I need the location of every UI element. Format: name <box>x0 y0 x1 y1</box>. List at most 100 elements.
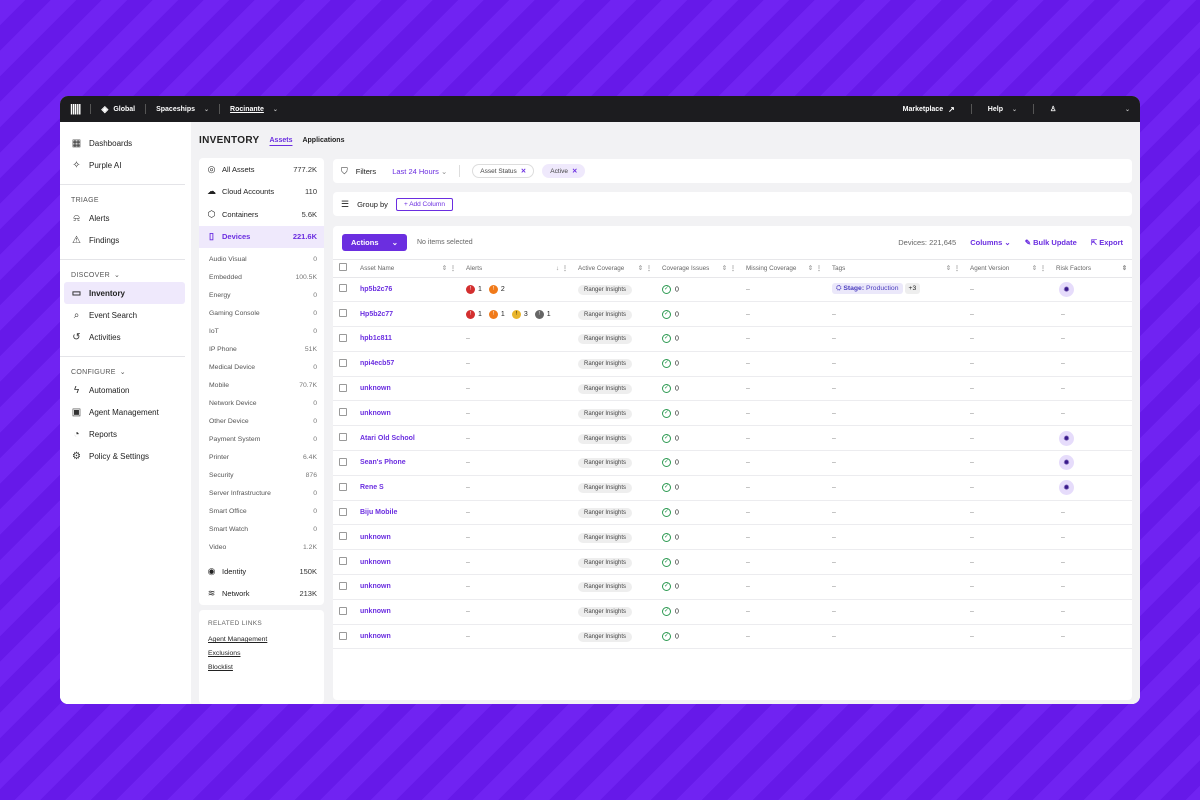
column-coverage-issues[interactable]: Coverage Issues ⇕ ⋮ <box>657 260 741 278</box>
device-subcategory-item[interactable]: Mobile 70.7K <box>199 376 324 394</box>
more-icon[interactable]: ⋮ <box>646 265 652 272</box>
actions-button[interactable]: Actions ⌄ <box>342 234 407 251</box>
filters-button[interactable]: Filters <box>356 167 376 176</box>
table-row[interactable]: unknown – Ranger Insights ✓ 0 – – – – <box>333 624 1132 650</box>
category-containers[interactable]: ⬡ Containers 5.6K <box>199 203 324 226</box>
close-icon[interactable]: ✕ <box>521 167 526 175</box>
device-subcategory-item[interactable]: Smart Office 0 <box>199 502 324 520</box>
asset-name-link[interactable]: Biju Mobile <box>360 509 397 516</box>
link-blocklist[interactable]: Blocklist <box>208 664 315 671</box>
device-subcategory-item[interactable]: Embedded 100.5K <box>199 268 324 286</box>
asset-name-link[interactable]: unknown <box>360 608 391 615</box>
device-subcategory-item[interactable]: Server Infrastructure 0 <box>199 484 324 502</box>
sort-icon[interactable]: ⇕ <box>638 265 643 272</box>
sort-icon[interactable]: ⇕ <box>808 265 813 272</box>
row-checkbox[interactable] <box>339 408 347 417</box>
time-range-selector[interactable]: Last 24 Hours ⌄ <box>392 167 447 176</box>
asset-name-link[interactable]: unknown <box>360 410 391 417</box>
sort-icon[interactable]: ⇕ <box>442 265 447 272</box>
table-row[interactable]: unknown – Ranger Insights ✓ 0 – – – – <box>333 376 1132 402</box>
sort-icon[interactable]: ⇕ <box>1122 265 1127 272</box>
select-all-checkbox[interactable] <box>333 260 355 278</box>
category-all-assets[interactable]: ◎ All Assets 777.2K <box>199 158 324 181</box>
tag-badge[interactable]: ⛭ Stage: Production <box>832 283 903 295</box>
alert-count-badge[interactable]: ! 3 <box>511 309 528 319</box>
filter-chip-active[interactable]: Active ✕ <box>542 164 586 178</box>
device-subcategory-item[interactable]: Security 876 <box>199 466 324 484</box>
category-identity[interactable]: ◉ Identity 150K <box>199 560 324 583</box>
user-menu[interactable]: ♙ ⌄ <box>1050 105 1130 113</box>
sidebar-item-findings[interactable]: ⚠ Findings <box>60 229 185 251</box>
sort-icon[interactable]: ⇕ <box>722 265 727 272</box>
row-checkbox[interactable] <box>339 507 347 516</box>
row-checkbox[interactable] <box>339 284 347 293</box>
table-row[interactable]: Atari Old School – Ranger Insights ✓ 0 – – – ✹ <box>333 425 1132 452</box>
column-asset-name[interactable]: Asset Name ⇕ ⋮ <box>355 260 461 278</box>
site-selector[interactable]: Rocinante ⌄ <box>230 106 278 113</box>
device-subcategory-item[interactable]: Gaming Console 0 <box>199 304 324 322</box>
alert-count-badge[interactable]: ! 2 <box>488 284 505 294</box>
sidebar-item-automation[interactable]: ϟ Automation <box>60 379 185 401</box>
add-column-button[interactable]: + Add Column <box>395 197 453 211</box>
row-checkbox[interactable] <box>339 433 347 442</box>
more-icon[interactable]: ⋮ <box>562 265 568 272</box>
sort-down-icon[interactable]: ↓ <box>556 265 559 272</box>
columns-button[interactable]: Columns ⌄ <box>970 238 1010 247</box>
asset-name-link[interactable]: unknown <box>360 559 391 566</box>
more-icon[interactable]: ⋮ <box>816 265 822 272</box>
asset-name-link[interactable]: unknown <box>360 633 391 640</box>
link-agent-management[interactable]: Agent Management <box>208 636 315 643</box>
sidebar-item-agent-management[interactable]: ▣ Agent Management <box>60 401 185 423</box>
sidebar-item-event-search[interactable]: ⌕ Event Search <box>60 304 185 326</box>
link-exclusions[interactable]: Exclusions <box>208 650 315 657</box>
device-subcategory-item[interactable]: Other Device 0 <box>199 412 324 430</box>
category-network[interactable]: ≋ Network 213K <box>199 583 324 606</box>
device-subcategory-item[interactable]: IP Phone 51K <box>199 340 324 358</box>
table-row[interactable]: hpb1c811 – Ranger Insights ✓ 0 – – – – <box>333 326 1132 352</box>
asset-name-link[interactable]: Atari Old School <box>360 435 415 442</box>
row-checkbox[interactable] <box>339 383 347 392</box>
table-row[interactable]: npi4ecb57 – Ranger Insights ✓ 0 – – – – <box>333 351 1132 377</box>
row-checkbox[interactable] <box>339 581 347 590</box>
row-checkbox[interactable] <box>339 557 347 566</box>
sort-icon[interactable]: ⇕ <box>1032 265 1037 272</box>
group-by-button[interactable]: Group by <box>357 200 388 209</box>
table-row[interactable]: unknown – Ranger Insights ✓ 0 – – – – <box>333 574 1132 600</box>
row-checkbox[interactable] <box>339 457 347 466</box>
column-tags[interactable]: Tags ⇕ ⋮ <box>827 260 965 278</box>
column-alerts[interactable]: Alerts ↓ ⋮ <box>461 260 573 278</box>
more-icon[interactable]: ⋮ <box>730 265 736 272</box>
device-subcategory-item[interactable]: Energy 0 <box>199 286 324 304</box>
table-row[interactable]: unknown – Ranger Insights ✓ 0 – – – – <box>333 599 1132 625</box>
device-subcategory-item[interactable]: IoT 0 <box>199 322 324 340</box>
more-icon[interactable]: ⋮ <box>450 265 456 272</box>
bulk-update-button[interactable]: ✎ Bulk Update <box>1025 238 1077 247</box>
risk-factor-icon[interactable]: ✹ <box>1059 281 1074 297</box>
scope-selector[interactable]: ◈ Global <box>101 104 135 115</box>
category-devices[interactable]: ▯ Devices 221.6K <box>199 225 324 248</box>
close-icon[interactable]: ✕ <box>572 167 577 175</box>
more-tags-badge[interactable]: +3 <box>904 283 921 295</box>
sidebar-item-purple-ai[interactable]: ✧ Purple AI <box>60 154 185 176</box>
asset-name-link[interactable]: unknown <box>360 534 391 541</box>
category-cloud-accounts[interactable]: ☁ Cloud Accounts 110 <box>199 181 324 204</box>
more-icon[interactable]: ⋮ <box>954 265 960 272</box>
export-button[interactable]: ⇱ Export <box>1091 238 1123 247</box>
table-row[interactable]: unknown – Ranger Insights ✓ 0 – – – – <box>333 549 1132 576</box>
row-checkbox[interactable] <box>339 333 347 342</box>
table-row[interactable]: Hp5b2c77 ! 1 ! 1 ! 3 ! 1 Ranger Insights ✓ 0 – – – – <box>333 301 1132 328</box>
asset-name-link[interactable]: unknown <box>360 385 391 392</box>
sort-icon[interactable]: ⇕ <box>946 265 951 272</box>
asset-name-link[interactable]: Rene S <box>360 484 384 491</box>
sidebar-item-inventory[interactable]: ▭ Inventory <box>64 282 185 304</box>
sidebar-item-policy-settings[interactable]: ⚙ Policy & Settings <box>60 445 185 467</box>
section-title-configure[interactable]: CONFIGURE ⌄ <box>60 365 191 379</box>
row-checkbox[interactable] <box>339 482 347 491</box>
device-subcategory-item[interactable]: Network Device 0 <box>199 394 324 412</box>
marketplace-link[interactable]: Marketplace ↗ <box>903 105 955 114</box>
column-active-coverage[interactable]: Active Coverage ⇕ ⋮ <box>573 260 657 278</box>
section-title-discover[interactable]: DISCOVER ⌄ <box>60 268 191 282</box>
row-checkbox[interactable] <box>339 309 347 318</box>
asset-name-link[interactable]: unknown <box>360 583 391 590</box>
device-subcategory-item[interactable]: Video 1.2K <box>199 538 324 556</box>
